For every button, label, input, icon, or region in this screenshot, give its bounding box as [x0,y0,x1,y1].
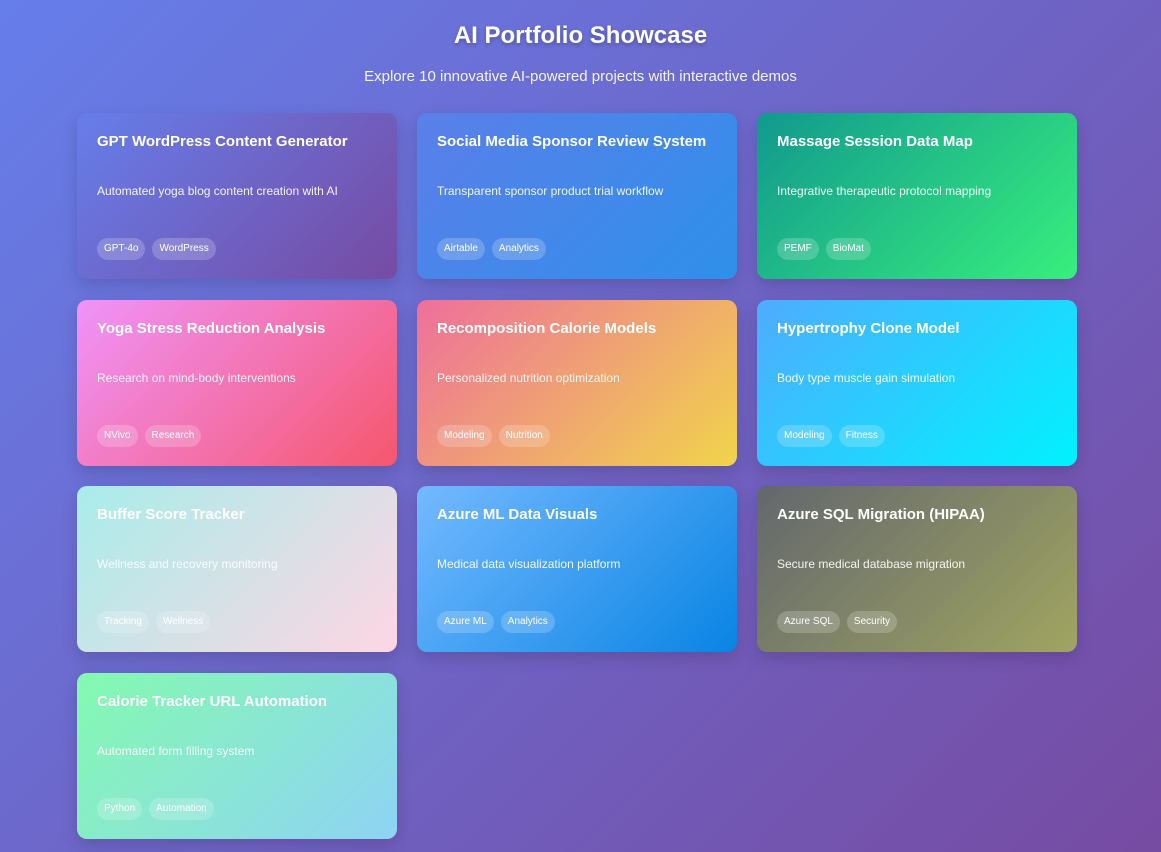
project-title: Azure SQL Migration (HIPAA) [777,506,985,523]
tag: Fitness [838,424,885,447]
project-description: Personalized nutrition optimization [437,370,620,385]
project-title: GPT WordPress Content Generator [97,133,348,150]
project-card[interactable]: Azure ML Data Visuals Medical data visua… [417,486,737,652]
tag: PEMF [777,238,819,260]
project-description: Medical data visualization platform [437,557,621,571]
tag-list: Modeling Fitness [777,424,885,447]
tag: GPT-4o [97,238,146,260]
tag: WordPress [152,238,216,260]
tag: Azure ML [437,611,494,633]
project-card[interactable]: Massage Session Data Map Integrative the… [757,113,1077,279]
tag-list: Airtable Analytics [437,238,546,260]
tag: Python [97,797,143,820]
project-description: Automated form filling system [97,743,255,758]
project-description: Transparent sponsor product trial workfl… [437,184,664,198]
project-title: Social Media Sponsor Review System [437,133,707,150]
tag: NVivo [97,424,138,447]
tag: Research [144,424,202,447]
project-card[interactable]: GPT WordPress Content Generator Automate… [77,113,397,279]
tag-list: PEMF BioMat [777,238,871,260]
project-title: Yoga Stress Reduction Analysis [97,319,326,337]
tag-list: Azure SQL Security [777,611,898,633]
tag-list: Modeling Nutrition [437,424,550,447]
tag: BioMat [825,238,871,260]
tag: Analytics [491,238,546,260]
tag: Analytics [500,611,555,633]
tag: Security [846,611,898,633]
project-card[interactable]: Buffer Score Tracker Wellness and recove… [77,486,397,652]
tag: Modeling [437,424,492,447]
page-title: AI Portfolio Showcase [453,22,708,49]
tag-list: NVivo Research [97,424,202,447]
tag: Wellness [155,611,211,633]
tag-list: Tracking Wellness [97,611,211,633]
project-card[interactable]: Yoga Stress Reduction Analysis Research … [77,299,397,466]
tag-list: Python Automation [97,797,214,820]
project-description: Secure medical database migration [777,557,966,571]
project-description: Automated yoga blog content creation wit… [97,184,338,198]
tag: Tracking [97,611,149,633]
tag-list: Azure ML Analytics [437,611,555,633]
page-header: AI Portfolio Showcase Explore 10 innovat… [0,0,1161,86]
tag-list: GPT-4o WordPress [97,238,216,260]
project-card[interactable]: Hypertrophy Clone Model Body type muscle… [757,299,1077,466]
project-title: Hypertrophy Clone Model [777,319,960,337]
tag: Automation [149,797,214,820]
project-description: Body type muscle gain simulation [777,370,956,385]
project-card[interactable]: Social Media Sponsor Review System Trans… [417,113,737,279]
project-description: Research on mind-body interventions [97,370,296,385]
tag: Azure SQL [777,611,840,633]
project-description: Integrative therapeutic protocol mapping [777,184,992,198]
page-subtitle: Explore 10 innovative AI-powered project… [364,68,797,85]
project-title: Calorie Tracker URL Automation [97,692,328,710]
project-card[interactable]: Azure SQL Migration (HIPAA) Secure medic… [757,486,1077,652]
project-description: Wellness and recovery monitoring [97,557,278,571]
project-title: Azure ML Data Visuals [437,506,598,523]
tag: Modeling [777,424,832,447]
project-card[interactable]: Calorie Tracker URL Automation Automated… [77,672,397,839]
project-card[interactable]: Recomposition Calorie Models Personalize… [417,299,737,466]
project-title: Massage Session Data Map [777,133,973,150]
project-title: Recomposition Calorie Models [437,319,657,337]
project-title: Buffer Score Tracker [97,506,245,523]
tag: Nutrition [498,424,550,447]
tag: Airtable [437,238,485,260]
project-grid: GPT WordPress Content Generator Automate… [77,113,1077,839]
